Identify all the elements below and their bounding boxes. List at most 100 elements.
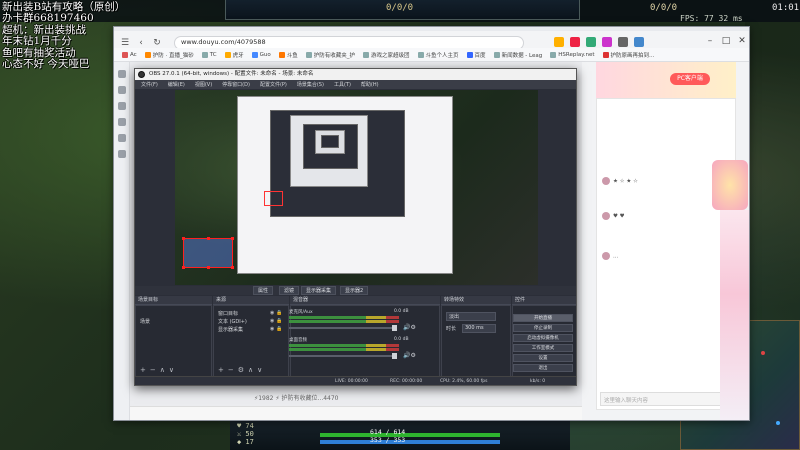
chat-input[interactable]: 这里输入聊天内容 bbox=[600, 392, 730, 406]
chat-message: ♥ ♥ bbox=[602, 212, 625, 220]
audio-meter bbox=[289, 344, 399, 347]
bookmark-item[interactable]: HSReplay.net bbox=[550, 51, 595, 58]
transition-select[interactable]: 淡出 bbox=[446, 312, 496, 321]
obs-statusbar: LIVE: 00:00:00 REC: 00:00:00 CPU: 2.4%, … bbox=[135, 376, 576, 385]
settings-button[interactable]: 设置 bbox=[513, 354, 573, 362]
source-item[interactable]: 文本 (GDI+) ◉ 🔒 bbox=[218, 318, 282, 325]
right-hud bbox=[745, 22, 800, 322]
studio-mode-button[interactable]: 工作室模式 bbox=[513, 344, 573, 352]
close-icon[interactable]: ✕ bbox=[736, 36, 748, 46]
mixer-header: 混音器 bbox=[290, 296, 440, 305]
bookmark-item[interactable]: Guo bbox=[251, 51, 271, 58]
display-capture-tab[interactable]: 显示器采集 bbox=[301, 286, 337, 295]
transitions-dock: 淡出 时长 300 ms bbox=[441, 305, 511, 377]
transitions-header: 转场特效 bbox=[441, 296, 511, 305]
fps-text: FPS: 77 32 ms bbox=[680, 14, 743, 23]
mixer-channel-mic: 麦克风/Aux 0.0 dB 🔊⚙ bbox=[289, 309, 419, 331]
properties-button[interactable]: 属性 bbox=[253, 286, 274, 295]
audio-meter bbox=[289, 348, 399, 351]
back-icon[interactable]: ‹ bbox=[136, 38, 146, 48]
bookmark-item[interactable]: Ac bbox=[122, 51, 137, 58]
sidebar-icon[interactable] bbox=[117, 102, 126, 110]
obs-titlebar: OBS 27.0.1 (64-bit, windows) - 配置文件: 未命名… bbox=[135, 69, 576, 80]
exit-button[interactable]: 退出 bbox=[513, 364, 573, 372]
menu-item-tools[interactable]: 工具(T) bbox=[334, 81, 351, 88]
stat-mr: ◆ 17 bbox=[237, 438, 254, 446]
scenes-controls[interactable]: +−∧∨ bbox=[140, 366, 178, 374]
audio-meter bbox=[289, 320, 399, 323]
url-text: www.douyu.com/4079588 bbox=[181, 38, 266, 46]
menu-item-docks[interactable]: 停靠窗口(D) bbox=[222, 81, 250, 88]
sources-dock: 窗口目标 ◉ 🔒 文本 (GDI+) ◉ 🔒 显示器采集 ◉ 🔒 +−⚙∧∨ bbox=[213, 305, 289, 377]
source-item[interactable]: 窗口目标 ◉ 🔒 bbox=[218, 310, 282, 317]
bookmark-item[interactable]: 斗鱼个人主页 bbox=[417, 51, 459, 59]
menu-item-profile[interactable]: 配置文件(P) bbox=[260, 81, 287, 88]
obs-source-toolbar: 属性 滤镜 显示器采集 显示器2 bbox=[135, 286, 576, 295]
duration-input[interactable]: 300 ms bbox=[462, 324, 496, 333]
extension-icon[interactable] bbox=[634, 37, 644, 47]
volume-slider[interactable] bbox=[289, 353, 397, 359]
bookmark-item[interactable]: 新闻数据 - Leag bbox=[493, 51, 542, 59]
overlay-line: 年末钻1月千分 bbox=[2, 35, 72, 48]
menu-item-view[interactable]: 视图(V) bbox=[195, 81, 212, 88]
sidebar-icon[interactable] bbox=[117, 70, 126, 78]
sidebar-icon[interactable] bbox=[117, 118, 126, 126]
bookmark-item[interactable]: 护防 · 直播_猫砂 bbox=[144, 51, 194, 59]
menu-item-edit[interactable]: 编辑(E) bbox=[168, 81, 185, 88]
speaker-icon[interactable]: 🔊⚙ bbox=[403, 324, 416, 331]
kbps-status: kb/s: 0 bbox=[530, 379, 546, 384]
scenes-header: 场景目标 bbox=[135, 296, 212, 305]
bookmark-item[interactable]: 百度 bbox=[466, 51, 486, 59]
sidebar-icon[interactable] bbox=[117, 86, 126, 94]
extension-icon[interactable] bbox=[554, 37, 564, 47]
minimize-icon[interactable]: – bbox=[704, 36, 716, 46]
address-bar-row: ☰ ‹ ↻ www.douyu.com/4079588 – □ ✕ bbox=[114, 31, 749, 50]
obs-logo-icon bbox=[138, 71, 145, 78]
sources-controls[interactable]: +−⚙∧∨ bbox=[218, 366, 266, 374]
menu-item-file[interactable]: 文件(F) bbox=[141, 81, 158, 88]
stat-ad: ♥ 74 bbox=[237, 422, 254, 430]
filters-button[interactable]: 滤镜 bbox=[279, 286, 300, 295]
menu-icon[interactable]: ☰ bbox=[120, 38, 130, 48]
bookmark-item[interactable]: TC bbox=[201, 51, 217, 58]
start-streaming-button[interactable]: 开始直播 bbox=[513, 314, 573, 322]
bookmark-item[interactable]: 护防有收藏夹_护 bbox=[305, 51, 355, 59]
volume-slider[interactable] bbox=[289, 325, 397, 331]
maximize-icon[interactable]: □ bbox=[720, 36, 732, 46]
menu-item-help[interactable]: 帮助(H) bbox=[361, 81, 379, 88]
refresh-icon[interactable]: ↻ bbox=[152, 38, 162, 48]
source-selection-box[interactable] bbox=[182, 237, 234, 269]
chat-message: ... bbox=[602, 252, 618, 260]
bookmark-item[interactable]: 斗鱼 bbox=[278, 51, 298, 59]
extension-icon[interactable] bbox=[602, 37, 612, 47]
sources-header: 来源 bbox=[213, 296, 289, 305]
gift-bar bbox=[130, 406, 582, 420]
chat-message: ★ ☆ ★ ☆ bbox=[602, 177, 638, 185]
extension-icon[interactable] bbox=[618, 37, 628, 47]
champion-stats: ♥ 74 ⚔ 50 ◆ 17 bbox=[235, 420, 295, 450]
pc-client-button[interactable]: PC客户端 bbox=[670, 73, 710, 85]
promo-banner[interactable] bbox=[720, 210, 749, 420]
stop-recording-button[interactable]: 停止录制 bbox=[513, 324, 573, 332]
scene-item[interactable]: 场景 bbox=[140, 318, 150, 325]
scoreboard: 0/0/0 bbox=[225, 0, 580, 20]
scenes-dock: 场景 +−∧∨ bbox=[135, 305, 212, 377]
score-text: 0/0/0 bbox=[386, 3, 414, 13]
virtual-camera-button[interactable]: 启动虚拟摄像机 bbox=[513, 334, 573, 342]
speaker-icon[interactable]: 🔊⚙ bbox=[403, 352, 416, 359]
bookmark-item[interactable]: 游戏之家超级团 bbox=[363, 51, 410, 59]
sidebar-icon[interactable] bbox=[117, 150, 126, 158]
extension-icon[interactable] bbox=[586, 37, 596, 47]
bookmark-item[interactable]: 虎牙 bbox=[224, 51, 244, 59]
bookmarks-bar: Ac 护防 · 直播_猫砂 TC 虎牙 Guo 斗鱼 护防有收藏夹_护 游戏之家… bbox=[114, 48, 749, 62]
bookmark-item[interactable]: 护防原画再拍到… bbox=[602, 51, 655, 59]
extension-icon[interactable] bbox=[570, 37, 580, 47]
menu-item-scene-collection[interactable]: 场景集合(S) bbox=[297, 81, 324, 88]
source-item[interactable]: 显示器采集 ◉ 🔒 bbox=[218, 326, 282, 333]
browser-sidebar bbox=[114, 62, 130, 420]
streamer-overlay-text: 新出装B站有攻略（原创） 办卡群668197460 超机：新出装挑战 年末钻1月… bbox=[2, 1, 125, 70]
display2-tab[interactable]: 显示器2 bbox=[340, 286, 369, 295]
promo-badge[interactable] bbox=[712, 160, 748, 210]
game-time: 01:01 bbox=[772, 3, 800, 13]
sidebar-icon[interactable] bbox=[117, 134, 126, 142]
